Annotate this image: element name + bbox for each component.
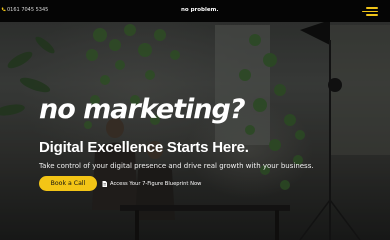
top-navigation-bar: 0161 7045 5345 no problem. [0,0,390,22]
hero-headline: no marketing? [39,94,246,125]
brand-logo[interactable]: no problem. [181,7,218,13]
phone-number-text: 0161 7045 5345 [7,7,49,13]
phone-icon [1,7,6,12]
phone-number-link[interactable]: 0161 7045 5345 [1,7,48,13]
hero-tagline: Take control of your digital presence an… [39,162,314,170]
hero-subheadline: Digital Excellence Starts Here. [39,139,249,156]
book-a-call-button[interactable]: Book a Call [39,176,97,191]
document-icon [102,180,107,187]
blueprint-link[interactable]: Access Your 7-Figure Blueprint Now [102,178,201,189]
blueprint-link-label: Access Your 7-Figure Blueprint Now [110,180,202,187]
hamburger-menu-icon[interactable] [360,5,378,17]
book-a-call-label: Book a Call [50,180,86,187]
